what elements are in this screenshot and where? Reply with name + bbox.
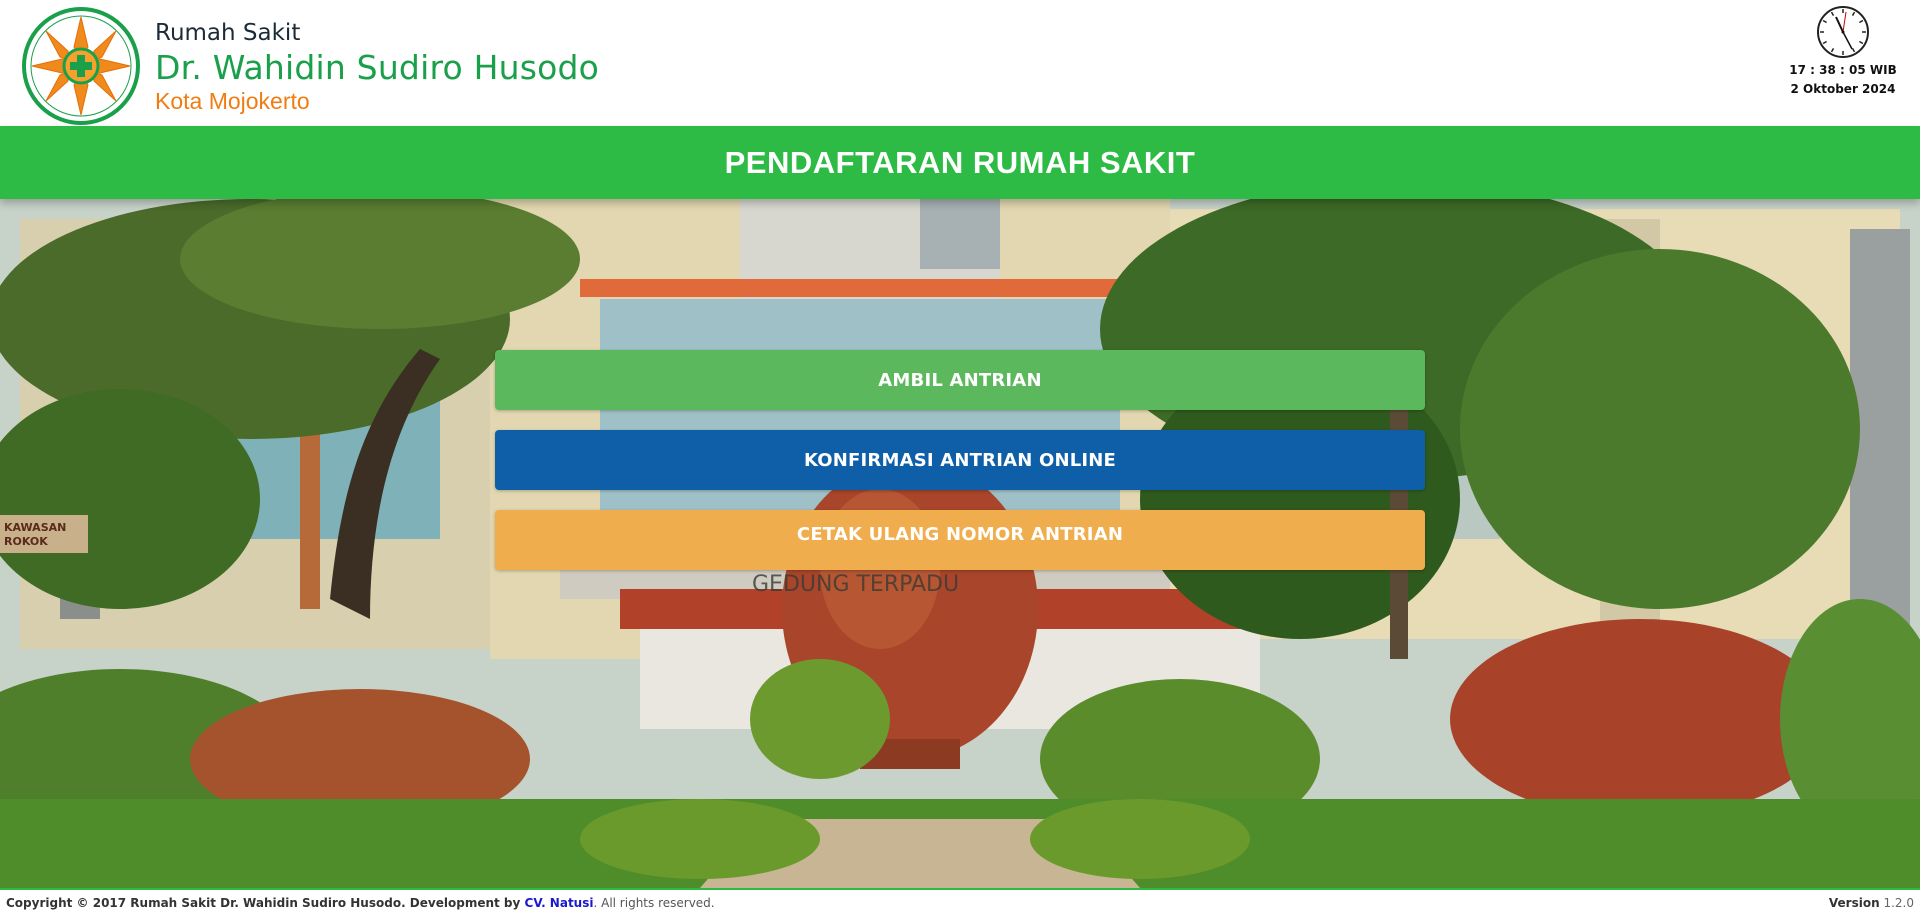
version-info: Version 1.2.0: [1829, 896, 1914, 910]
page-title: PENDAFTARAN RUMAH SAKIT: [724, 144, 1196, 180]
hospital-brand: Rumah Sakit Dr. Wahidin Sudiro Husodo Ko…: [155, 18, 599, 114]
reprint-queue-number-button[interactable]: CETAK ULANG NOMOR ANTRIAN: [495, 510, 1425, 570]
brand-subtitle: Rumah Sakit: [155, 20, 301, 46]
clock-widget: 17 : 38 : 05 WIB 2 Oktober 2024: [1788, 5, 1898, 96]
rights-text: . All rights reserved.: [593, 896, 715, 910]
version-number: 1.2.0: [1883, 896, 1914, 910]
queue-menu: AMBIL ANTRIAN KONFIRMASI ANTRIAN ONLINE …: [495, 350, 1425, 570]
clock-time: 17 : 38 : 05 WIB: [1789, 63, 1897, 77]
footer: Copyright © 2017 Rumah Sakit Dr. Wahidin…: [0, 888, 1920, 916]
copyright-notice: Copyright © 2017 Rumah Sakit Dr. Wahidin…: [6, 896, 715, 910]
hospital-city: Kota Mojokerto: [155, 88, 310, 114]
take-queue-button[interactable]: AMBIL ANTRIAN: [495, 350, 1425, 410]
title-bar: PENDAFTARAN RUMAH SAKIT: [0, 126, 1920, 199]
hospital-emblem-icon: [22, 7, 140, 125]
hospital-name: Dr. Wahidin Sudiro Husodo: [155, 48, 600, 87]
building-sign-text: GEDUNG TERPADU: [752, 572, 959, 597]
developer-link[interactable]: CV. Natusi: [525, 896, 594, 910]
analog-clock-icon: [1817, 6, 1869, 58]
clock-date: 2 Oktober 2024: [1790, 82, 1896, 96]
version-label: Version: [1828, 896, 1880, 910]
copyright-text: Copyright © 2017 Rumah Sakit Dr. Wahidin…: [6, 896, 525, 910]
header: Rumah Sakit Dr. Wahidin Sudiro Husodo Ko…: [0, 0, 1920, 126]
confirm-online-queue-button[interactable]: KONFIRMASI ANTRIAN ONLINE: [495, 430, 1425, 490]
